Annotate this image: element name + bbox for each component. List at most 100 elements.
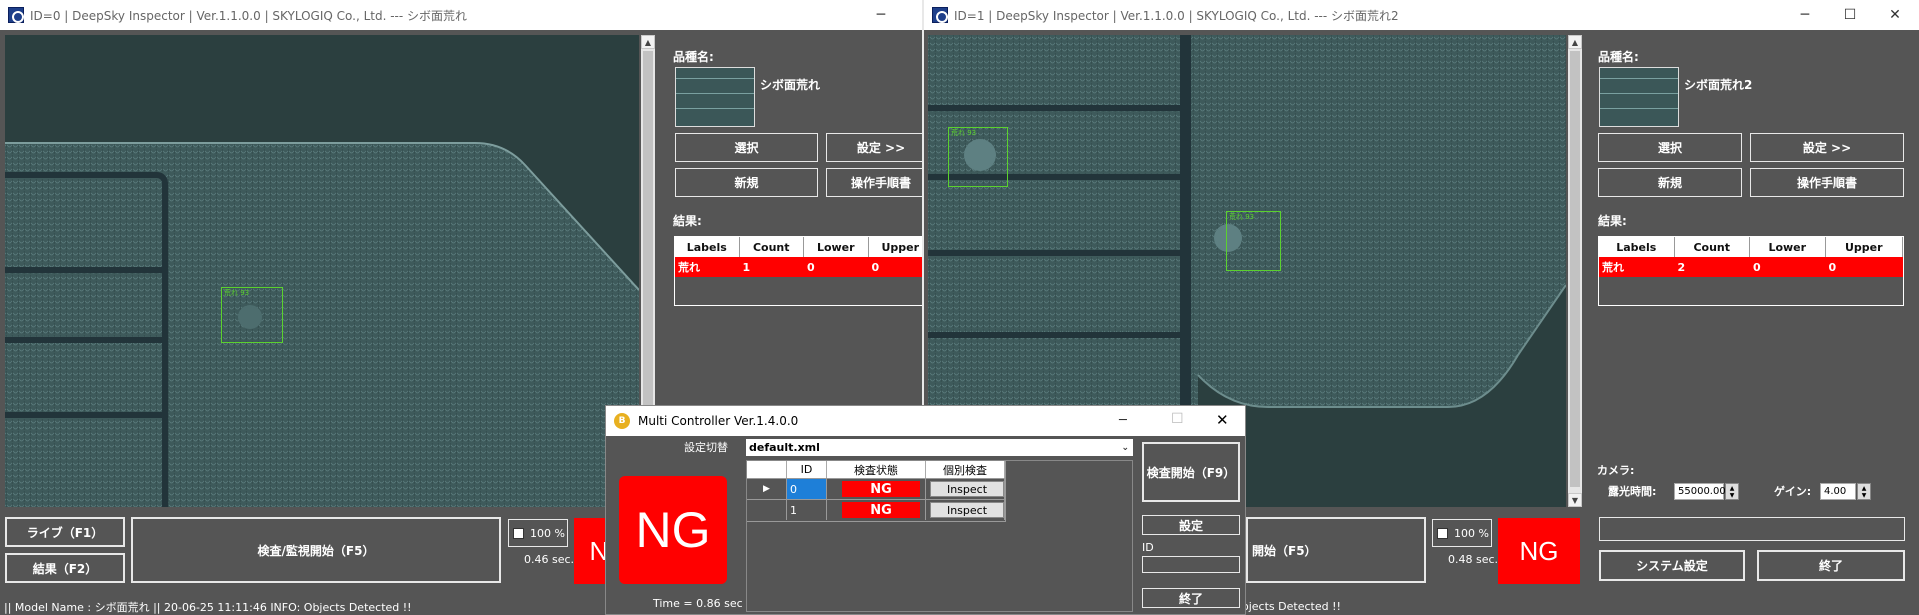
mc-app-icon: B [614, 413, 630, 429]
row-id: 0 [787, 479, 827, 499]
zoom-checkbox[interactable]: 100 % [1432, 519, 1492, 547]
col-upper: Upper [869, 237, 923, 257]
inspect-button[interactable]: Inspect [930, 502, 1004, 518]
settings-button[interactable]: 設定 >> [1750, 133, 1904, 162]
detection-label-1: 荒れ 93 [951, 129, 977, 137]
product-thumbnail [1599, 67, 1679, 127]
inspect-button[interactable]: Inspect [930, 481, 1004, 497]
cell-lower: 0 [1753, 260, 1761, 274]
row-marker-icon: ▶ [747, 479, 787, 499]
col-count: Count [1675, 237, 1750, 257]
system-settings-button[interactable]: システム設定 [1599, 550, 1745, 581]
col-upper: Upper [1826, 237, 1903, 257]
id-input[interactable] [1142, 556, 1240, 573]
mc-settings-button[interactable]: 設定 [1142, 515, 1240, 535]
mc-exit-button[interactable]: 終了 [1142, 588, 1240, 608]
vertical-scrollbar[interactable]: ▲ ▼ [1568, 35, 1582, 507]
inspect-start-button[interactable]: 検査/監視開始（F5） [131, 517, 501, 583]
elapsed-time: 0.48 sec. [1448, 553, 1499, 566]
detection-box-1: 荒れ 93 [948, 127, 1008, 187]
spin-arrows-icon[interactable]: ▲ ▼ [1725, 483, 1739, 500]
zoom-checkbox[interactable]: 100 % [508, 519, 568, 547]
id-label: ID [1142, 541, 1154, 554]
mc-close-button[interactable]: ✕ [1216, 411, 1229, 429]
grid-col-status: 検査状態 [827, 461, 926, 478]
manual-button[interactable]: 操作手順書 [826, 168, 922, 197]
scroll-down-icon[interactable]: ▼ [1568, 493, 1582, 507]
col-labels: Labels [1599, 237, 1675, 257]
scroll-up-icon[interactable]: ▲ [641, 35, 655, 49]
table-header: Labels Count Lower Upper [675, 237, 922, 257]
gain-input[interactable]: 4.00 ▲ ▼ [1820, 483, 1871, 500]
maximize-button[interactable]: ☐ [1827, 0, 1873, 30]
mc-minimize-button[interactable]: ─ [1119, 413, 1127, 428]
row-action: Inspect [926, 500, 1005, 520]
scroll-thumb[interactable] [1570, 51, 1580, 487]
mc-title-bar: B Multi Controller Ver.1.4.0.0 ─ ☐ ✕ [606, 406, 1245, 436]
table-row[interactable]: ▶ 0 NG Inspect [747, 478, 1005, 499]
app-icon [8, 7, 24, 23]
product-thumbnail [675, 67, 755, 127]
config-label: 設定切替 [684, 441, 728, 454]
part-surface-image [5, 35, 639, 507]
checkbox-icon[interactable] [1437, 527, 1448, 539]
col-lower: Lower [1750, 237, 1826, 257]
select-button[interactable]: 選択 [675, 133, 818, 162]
live-button[interactable]: ライブ（F1） [5, 517, 125, 547]
status-ng-badge: NG [842, 502, 920, 518]
inspect-start-button[interactable]: 開始（F5） [1246, 517, 1426, 583]
detection-label: 荒れ 93 [224, 289, 250, 297]
manual-button[interactable]: 操作手順書 [1750, 168, 1904, 197]
gain-label: ゲイン: [1774, 485, 1812, 498]
checkbox-icon[interactable] [513, 527, 524, 539]
table-row[interactable]: 荒れ 2 0 0 [1599, 257, 1903, 277]
camera-image-view[interactable]: 荒れ 93 [5, 35, 639, 507]
config-value: default.xml [749, 441, 820, 454]
cell-label: 荒れ [678, 261, 700, 274]
detection-box: 荒れ 93 [221, 287, 283, 343]
grid-col-id: ID [787, 461, 827, 478]
grid-col-individual: 個別検査 [926, 461, 1005, 478]
chevron-down-icon[interactable]: ⌄ [1121, 443, 1129, 453]
grid-col-marker [747, 461, 787, 478]
minimize-button[interactable]: ─ [858, 0, 904, 30]
zoom-value: 100 % [530, 526, 565, 540]
product-label: 品種名: [1598, 50, 1639, 64]
start-inspection-button[interactable]: 検査開始（F9） [1142, 442, 1240, 502]
row-action: Inspect [926, 479, 1005, 499]
exposure-input[interactable]: 55000.00 ▲ ▼ [1674, 483, 1739, 500]
close-button[interactable]: ✕ [1872, 0, 1918, 30]
new-button[interactable]: 新規 [1598, 168, 1742, 197]
camera-label: カメラ: [1597, 464, 1635, 477]
detection-box-2: 荒れ 93 [1226, 211, 1281, 271]
mc-maximize-button[interactable]: ☐ [1171, 411, 1184, 427]
table-row[interactable]: 1 NG Inspect [747, 499, 1005, 520]
cell-count: 2 [1677, 260, 1686, 274]
status-text: || Model Name : シボ面荒れ || 20-06-25 11:11:… [4, 600, 412, 614]
result-label: 結果: [1598, 214, 1627, 228]
new-button[interactable]: 新規 [675, 168, 818, 197]
overall-ng-indicator: NG [619, 476, 727, 584]
result-button[interactable]: 結果（F2） [5, 553, 125, 583]
window-title: ID=0 | DeepSky Inspector | Ver.1.1.0.0 |… [30, 8, 468, 23]
window-title: ID=1 | DeepSky Inspector | Ver.1.1.0.0 |… [954, 8, 1399, 23]
title-bar: ID=1 | DeepSky Inspector | Ver.1.1.0.0 |… [924, 0, 1919, 30]
mc-title: Multi Controller Ver.1.4.0.0 [638, 414, 799, 428]
spin-arrows-icon[interactable]: ▲ ▼ [1857, 483, 1871, 500]
settings-button[interactable]: 設定 >> [826, 133, 922, 162]
col-labels: Labels [675, 237, 740, 257]
controller-grid: ID 検査状態 個別検査 ▶ 0 NG Inspect 1 NG Inspect [746, 460, 1006, 522]
progress-bar [1599, 517, 1905, 541]
exit-button[interactable]: 終了 [1757, 550, 1905, 581]
select-button[interactable]: 選択 [1598, 133, 1742, 162]
scroll-thumb[interactable] [643, 51, 653, 421]
scroll-up-icon[interactable]: ▲ [1568, 35, 1582, 49]
result-table: Labels Count Lower Upper 荒れ 1 0 0 [674, 236, 922, 306]
elapsed-time: 0.46 sec. [524, 553, 575, 566]
zoom-value: 100 % [1454, 526, 1489, 540]
col-lower: Lower [804, 237, 869, 257]
config-select[interactable]: default.xml ⌄ [746, 439, 1133, 456]
minimize-button[interactable]: ─ [1782, 0, 1828, 30]
cell-label: 荒れ [1602, 261, 1624, 274]
table-row[interactable]: 荒れ 1 0 0 [675, 257, 922, 277]
